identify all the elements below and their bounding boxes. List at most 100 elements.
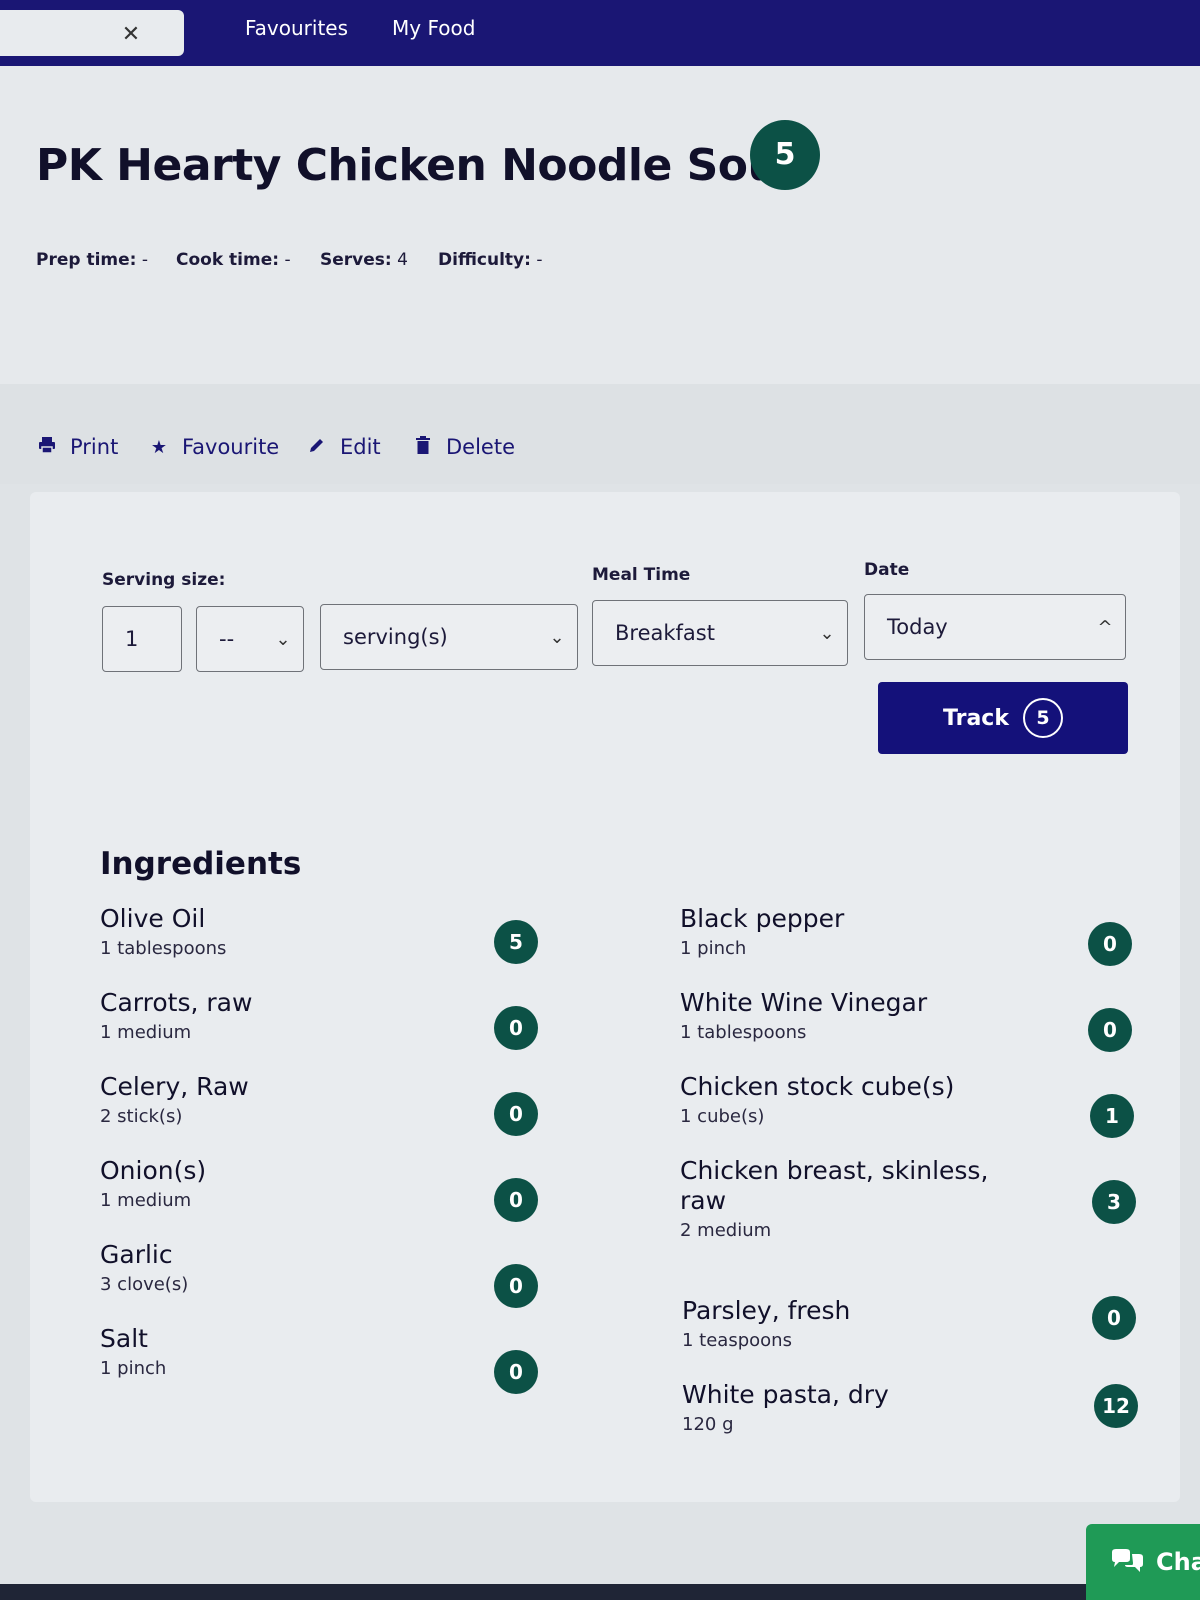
ingredient-points-badge: 0	[1088, 1008, 1132, 1052]
cook-time-label: Cook time:	[176, 250, 280, 270]
chevron-down-icon: ⌄	[819, 622, 835, 644]
prep-time: Prep time: -	[36, 250, 148, 270]
prep-time-value: -	[141, 250, 149, 270]
date-label: Date	[864, 560, 910, 580]
recipe-title: PK Hearty Chicken Noodle Soup	[36, 140, 810, 191]
chevron-down-icon: ⌄	[275, 628, 291, 650]
print-label: Print	[70, 435, 119, 459]
ingredient-name: Garlic	[100, 1240, 173, 1269]
serving-unit-select[interactable]: serving(s) ⌄	[320, 604, 578, 670]
ingredient-item: Olive Oil 1 tablespoons	[100, 904, 560, 959]
ingredient-quantity: 1 teaspoons	[682, 1330, 792, 1351]
ingredient-item: White pasta, dry 120 g	[682, 1380, 1042, 1435]
serves: Serves: 4	[320, 250, 408, 270]
ingredient-points-badge: 1	[1090, 1094, 1134, 1138]
ingredient-name: Chicken breast, skinless, raw	[680, 1156, 989, 1215]
track-label: Track	[943, 705, 1009, 731]
ingredient-name: Carrots, raw	[100, 988, 253, 1017]
printer-icon	[36, 436, 58, 459]
ingredient-points-badge: 0	[494, 1006, 538, 1050]
ingredient-quantity: 1 tablespoons	[680, 1022, 807, 1043]
ingredient-quantity: 2 stick(s)	[100, 1106, 183, 1127]
serving-unit-value: serving(s)	[343, 625, 448, 649]
ingredient-points-badge: 0	[494, 1264, 538, 1308]
ingredient-name: Olive Oil	[100, 904, 206, 933]
ingredient-points-badge: 3	[1092, 1180, 1136, 1224]
serving-quantity-value: 1	[125, 627, 139, 651]
meal-time-select[interactable]: Breakfast ⌄	[592, 600, 848, 666]
delete-label: Delete	[446, 435, 515, 459]
ingredient-name: White pasta, dry	[682, 1380, 889, 1409]
favourite-label: Favourite	[182, 435, 280, 459]
difficulty-value: -	[536, 250, 543, 270]
cook-time: Cook time: -	[176, 250, 291, 270]
ingredient-quantity: 1 cube(s)	[680, 1106, 765, 1127]
recipe-points-badge: 5	[750, 120, 820, 190]
ingredient-quantity: 1 medium	[100, 1022, 192, 1043]
track-button[interactable]: Track 5	[878, 682, 1128, 754]
ingredient-name: Chicken stock cube(s)	[680, 1072, 955, 1101]
serving-fraction-value: --	[219, 627, 235, 651]
ingredients-heading: Ingredients	[100, 846, 302, 882]
delete-button[interactable]: Delete	[412, 432, 515, 462]
ingredient-item: Black pepper 1 pinch	[680, 904, 1040, 959]
serving-quantity-input[interactable]: 1	[102, 606, 182, 672]
trash-icon	[412, 435, 434, 459]
meal-time-value: Breakfast	[615, 621, 715, 645]
chat-bubbles-icon	[1110, 1548, 1144, 1600]
chevron-up-icon: ^	[1097, 616, 1113, 638]
taskbar-strip	[0, 1584, 1086, 1600]
ingredient-item: Celery, Raw 2 stick(s)	[100, 1072, 560, 1127]
recipe-header	[0, 66, 1200, 384]
favourite-button[interactable]: ★ Favourite	[148, 432, 279, 462]
close-icon[interactable]: ✕	[120, 24, 142, 46]
edit-button[interactable]: Edit	[306, 432, 381, 462]
nav-my-food[interactable]: My Food	[392, 16, 475, 40]
ingredient-name: Parsley, fresh	[682, 1296, 851, 1325]
nav-favourites[interactable]: Favourites	[245, 16, 348, 40]
ingredient-quantity: 1 tablespoons	[100, 938, 227, 959]
difficulty: Difficulty: -	[438, 250, 542, 270]
ingredient-item: Onion(s) 1 medium	[100, 1156, 560, 1211]
ingredient-points-badge: 0	[494, 1092, 538, 1136]
chat-label: Cha	[1156, 1548, 1200, 1576]
track-points-badge: 5	[1022, 698, 1063, 738]
ingredient-item: White Wine Vinegar 1 tablespoons	[680, 988, 1040, 1043]
serving-fraction-select[interactable]: -- ⌄	[196, 606, 304, 672]
ingredient-item: Carrots, raw 1 medium	[100, 988, 560, 1043]
ingredient-points-badge: 0	[494, 1178, 538, 1222]
prep-time-label: Prep time:	[36, 250, 137, 270]
ingredient-quantity: 3 clove(s)	[100, 1274, 189, 1295]
ingredient-name: Onion(s)	[100, 1156, 207, 1185]
serves-value: 4	[397, 250, 408, 270]
ingredient-name: Celery, Raw	[100, 1072, 249, 1101]
ingredient-name: Black pepper	[680, 904, 845, 933]
ingredient-quantity: 2 medium	[680, 1220, 772, 1241]
ingredient-name: White Wine Vinegar	[680, 988, 928, 1017]
pencil-icon	[306, 436, 328, 459]
ingredient-quantity: 1 pinch	[680, 938, 747, 959]
serving-size-label: Serving size:	[102, 570, 226, 590]
meal-time-label: Meal Time	[592, 565, 691, 585]
chat-button[interactable]: Cha	[1086, 1524, 1200, 1600]
ingredient-points-badge: 5	[494, 920, 538, 964]
difficulty-label: Difficulty:	[438, 250, 531, 270]
ingredient-points-badge: 12	[1094, 1384, 1138, 1428]
ingredient-item: Chicken breast, skinless, raw 2 medium	[680, 1156, 1040, 1241]
ingredient-quantity: 120 g	[682, 1414, 734, 1435]
ingredient-name: Salt	[100, 1324, 148, 1353]
ingredient-item: Salt 1 pinch	[100, 1324, 560, 1379]
date-select[interactable]: Today ^	[864, 594, 1126, 660]
ingredient-item: Parsley, fresh 1 teaspoons	[682, 1296, 1042, 1351]
edit-label: Edit	[340, 435, 381, 459]
print-button[interactable]: Print	[36, 432, 118, 462]
chevron-down-icon: ⌄	[549, 626, 565, 648]
ingredient-points-badge: 0	[1088, 922, 1132, 966]
ingredient-item: Garlic 3 clove(s)	[100, 1240, 560, 1295]
date-value: Today	[887, 615, 948, 639]
ingredient-quantity: 1 medium	[100, 1190, 192, 1211]
search-field[interactable]: ✕	[0, 10, 184, 56]
star-icon: ★	[150, 436, 168, 458]
ingredient-points-badge: 0	[1092, 1296, 1136, 1340]
ingredient-quantity: 1 pinch	[100, 1358, 167, 1379]
